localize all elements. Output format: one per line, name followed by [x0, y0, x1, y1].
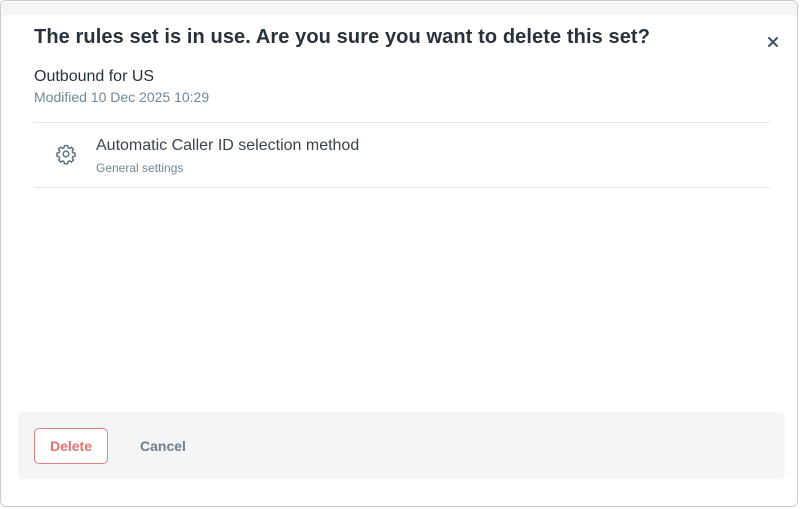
usage-item: Automatic Caller ID selection method Gen…: [34, 123, 770, 187]
rules-set-name: Outbound for US: [34, 68, 155, 85]
usage-list: Automatic Caller ID selection method Gen…: [34, 122, 770, 188]
usage-item-title: Automatic Caller ID selection method: [96, 137, 360, 154]
close-button[interactable]: [764, 33, 782, 51]
dialog-footer: Delete Cancel: [18, 412, 785, 479]
cancel-button[interactable]: Cancel: [130, 428, 196, 464]
rules-set-modified: Modified 10 Dec 2025 10:29: [34, 89, 210, 105]
usage-item-subtitle: General settings: [96, 161, 184, 175]
backdrop-peek: [2, 2, 797, 16]
delete-confirmation-dialog: The rules set is in use. Are you sure yo…: [0, 0, 798, 507]
gear-icon: [56, 144, 76, 165]
delete-button[interactable]: Delete: [34, 428, 108, 464]
close-icon: [768, 37, 778, 47]
dialog-title: The rules set is in use. Are you sure yo…: [34, 26, 651, 48]
